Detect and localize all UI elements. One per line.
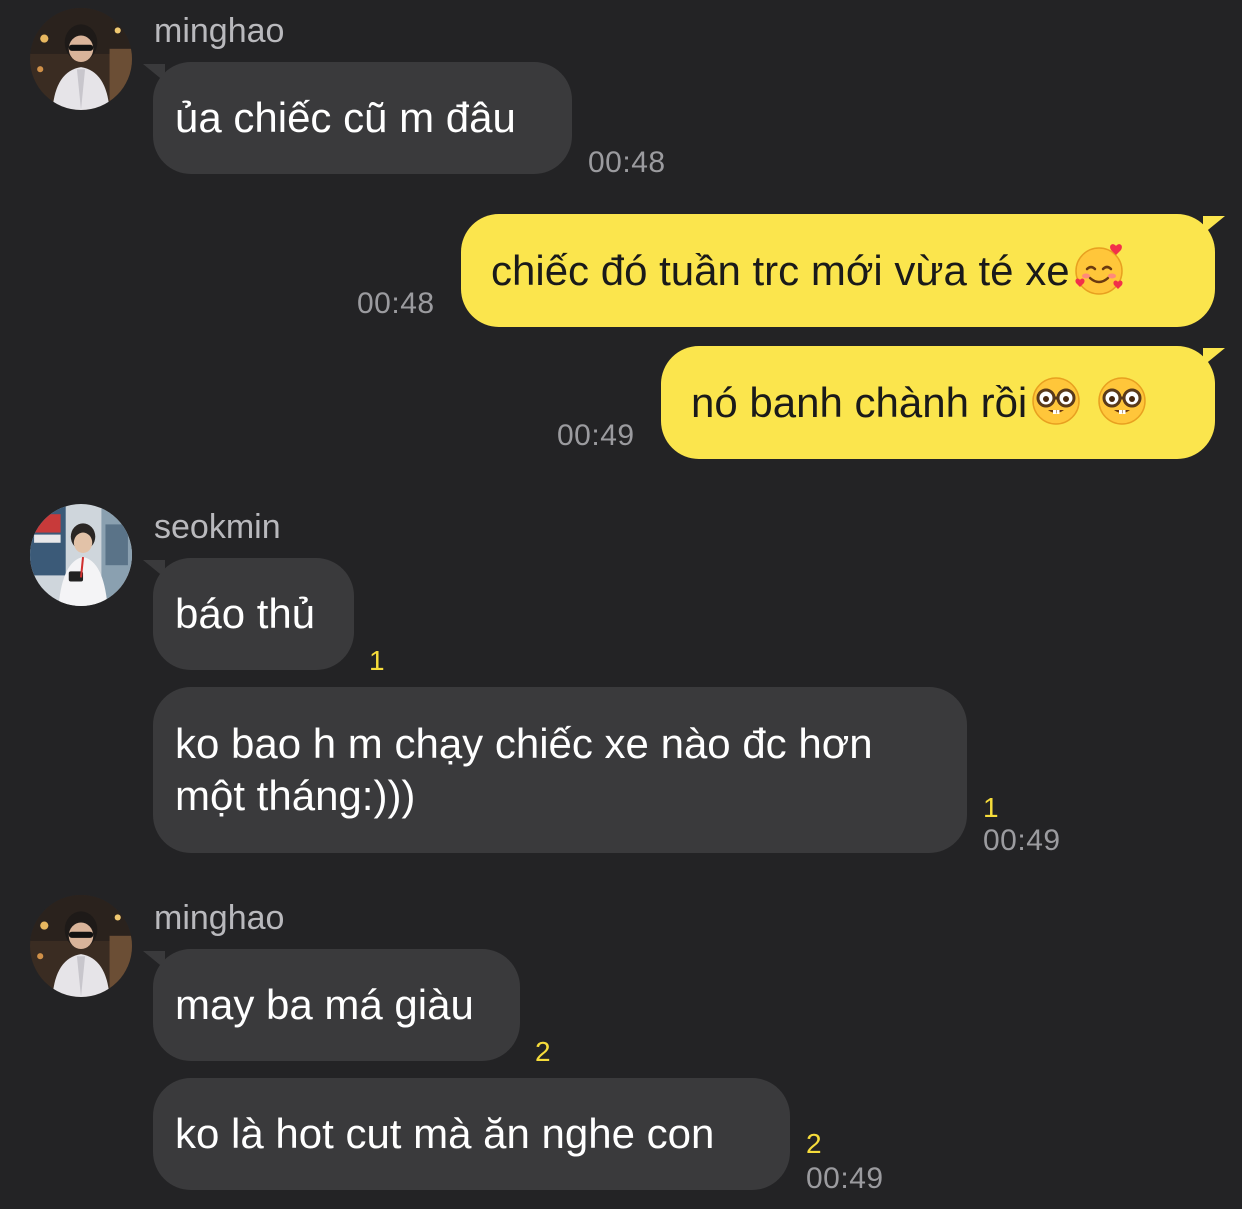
message-text: báo thủ [175, 590, 316, 637]
message-text-line: một tháng:))) [175, 772, 416, 819]
smiling-face-with-hearts-icon [1072, 242, 1126, 296]
message-timestamp: 00:48 [588, 146, 666, 179]
bubble-tail [1203, 216, 1225, 234]
sender-name: minghao [154, 899, 285, 937]
unread-count: 2 [535, 1036, 551, 1067]
sender-name: minghao [154, 12, 285, 50]
message-bubble[interactable]: ko là hot cut mà ăn nghe con [153, 1078, 790, 1190]
message-timestamp: 00:49 [983, 824, 1061, 857]
avatar-seokmin[interactable] [30, 504, 132, 606]
avatar-photo-icon [30, 8, 132, 110]
unread-count: 1 [983, 792, 999, 823]
message-bubble-outgoing[interactable]: chiếc đó tuần trc mới vừa té xe [461, 214, 1215, 327]
message-bubble[interactable]: may ba má giàu [153, 949, 520, 1061]
avatar-photo-icon [30, 895, 132, 997]
message-text: may ba má giàu [175, 981, 474, 1028]
message-text: ủa chiếc cũ m đâu [175, 94, 516, 141]
bubble-tail [1203, 348, 1225, 366]
message-text-line: ko bao h m chạy chiếc xe nào đc hơn [175, 720, 873, 767]
message-bubble-outgoing[interactable]: nó banh chành rồi [661, 346, 1215, 459]
message-text: ko là hot cut mà ăn nghe con [175, 1110, 715, 1157]
unread-count: 1 [369, 645, 385, 676]
message-text: chiếc đó tuần trc mới vừa té xe [491, 246, 1070, 294]
avatar-minghao[interactable] [30, 895, 132, 997]
nerd-face-icon [1029, 374, 1083, 428]
message-bubble[interactable]: báo thủ [153, 558, 354, 670]
message-text: nó banh chành rồi [691, 378, 1028, 426]
unread-count: 2 [806, 1128, 822, 1159]
message-bubble[interactable]: ủa chiếc cũ m đâu [153, 62, 572, 174]
sender-name: seokmin [154, 508, 281, 546]
message-timestamp: 00:49 [557, 419, 635, 452]
message-timestamp: 00:49 [806, 1162, 884, 1195]
message-bubble[interactable]: ko bao h m chạy chiếc xe nào đc hơn một … [153, 687, 967, 853]
avatar-minghao[interactable] [30, 8, 132, 110]
nerd-face-icon [1095, 374, 1149, 428]
message-timestamp: 00:48 [357, 287, 435, 320]
avatar-photo-icon [30, 504, 132, 606]
